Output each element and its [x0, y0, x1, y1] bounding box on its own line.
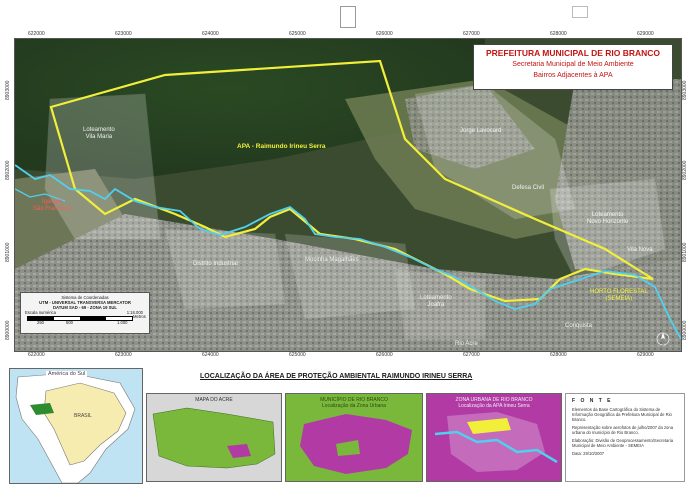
source-header: F O N T E	[572, 398, 613, 404]
label-rio-acre: Rio Acre	[455, 341, 478, 347]
source-text-2: Representação sobre aerofotos de julho/2…	[572, 425, 674, 435]
label-distrito-industrial: Distrito Industrial	[193, 261, 238, 267]
coordinate-system-box: Sistema de Coordenadas UTM - UNIVERSAL T…	[20, 292, 150, 334]
label-apa: APA - Raimundo Irineu Serra	[237, 143, 326, 150]
bottom-coord: 623000	[115, 352, 132, 358]
bottom-coord: 625000	[289, 352, 306, 358]
bottom-coord: 628000	[550, 352, 567, 358]
source-date: Data: 29/10/2007	[572, 451, 605, 456]
label-brasil: BRASIL	[74, 413, 92, 419]
top-coord: 622000	[28, 31, 45, 37]
title-prefeitura: PREFEITURA MUNICIPAL DE RIO BRANCO	[485, 48, 661, 58]
bottom-coord: 622000	[28, 352, 45, 358]
left-coord: 8902000	[5, 160, 11, 180]
label-vila-nova: Vila Nova	[627, 247, 653, 253]
bottom-coord: 627000	[463, 352, 480, 358]
top-coord: 624000	[202, 31, 219, 37]
page-marker-box	[340, 6, 356, 28]
bottom-coord: 626000	[376, 352, 393, 358]
location-title: LOCALIZAÇÃO DA ÁREA DE PROTEÇÃO AMBIENTA…	[200, 373, 473, 380]
page-corner-box	[572, 6, 588, 18]
label-vila-maria: Loteamento Vila Maria	[83, 127, 115, 140]
label-defesa-civil: Defesa Civil	[512, 185, 545, 191]
label-mocinha-magalhaes: Mocinha Magalhães	[305, 257, 359, 263]
source-text-3: Elaboração: Divisão de Geoprocessamento/…	[572, 438, 674, 448]
scale-tick: 250	[37, 320, 44, 325]
top-coord: 628000	[550, 31, 567, 37]
panel-acre-map: MAPA DO ACRE	[146, 393, 282, 482]
label-joafra: Loteamento Joafra	[420, 295, 452, 308]
label-jorge-lavocard: Jorge Lavocard	[460, 128, 502, 134]
top-coord: 623000	[115, 31, 132, 37]
zona-urbana-map	[434, 412, 558, 472]
left-coord: 8901000	[5, 242, 11, 262]
label-horto-florestal: HORTO FLORESTAL (SEMEIA)	[590, 289, 648, 302]
right-coord: 8902000	[682, 160, 688, 180]
top-coord: 627000	[463, 31, 480, 37]
panel-zona-urbana-map: ZONA URBANA DE RIO BRANCO Localização da…	[426, 393, 562, 482]
title-layer: Bairros Adjacentes à APA	[533, 72, 613, 79]
bottom-coord: 629000	[637, 352, 654, 358]
right-coord: 8901000	[682, 242, 688, 262]
top-coord: 625000	[289, 31, 306, 37]
right-coord: 8900000	[682, 320, 688, 340]
right-coord: 8903000	[682, 80, 688, 100]
label-igarape: Igarapé São Francisco	[33, 199, 72, 212]
north-arrow-icon	[656, 332, 670, 346]
title-secretaria: Secretaria Municipal de Meio Ambiente	[512, 61, 634, 68]
left-coord: 8900000	[5, 320, 11, 340]
left-coord: 8903000	[5, 80, 11, 100]
source-text-1: Elementos da Base Cartográfica do Sistem…	[572, 407, 672, 422]
label-conquista: Conquista	[565, 323, 593, 329]
south-america-map	[15, 372, 136, 483]
label-novo-horizonte: Loteamento Novo Horizonte	[587, 212, 629, 225]
inset-south-america: América do Sul BRASIL	[9, 368, 143, 484]
panel-municipio-map: MUNICÍPIO DE RIO BRANCO Localização da Z…	[285, 393, 423, 482]
source-panel: F O N T E Elementos da Base Cartográfica…	[565, 393, 685, 482]
polygon-distrito-industrial	[164, 228, 286, 310]
map-title-box: PREFEITURA MUNICIPAL DE RIO BRANCO Secre…	[473, 44, 673, 90]
label-south-america: América do Sul	[46, 371, 88, 377]
scale-tick: 1.000	[117, 320, 128, 325]
bottom-coord: 624000	[202, 352, 219, 358]
polygon-mocinha-magalhaes	[284, 233, 416, 320]
acre-state-map	[152, 407, 276, 469]
top-coord: 626000	[376, 31, 393, 37]
top-coord: 629000	[637, 31, 654, 37]
municipio-map	[300, 414, 412, 474]
scale-tick: 500	[66, 320, 73, 325]
scale-unit: Metros	[133, 314, 146, 319]
polygon-vila-maria	[44, 93, 161, 240]
scale-label: Escala numérica	[25, 310, 56, 315]
